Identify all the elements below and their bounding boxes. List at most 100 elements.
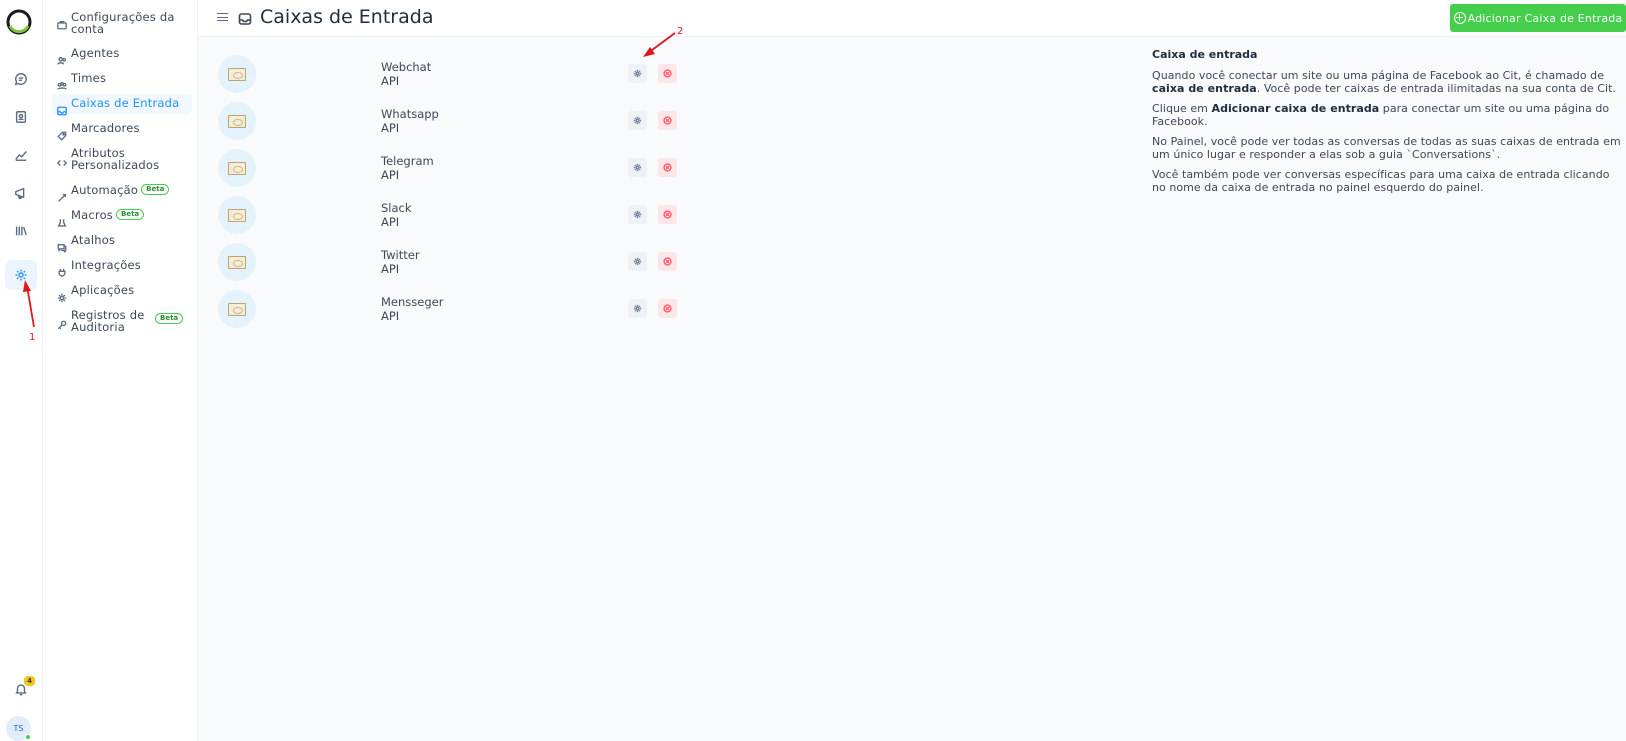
- sidebar-item-integrations[interactable]: Integrações: [52, 259, 192, 278]
- inbox-delete-button[interactable]: [658, 111, 677, 130]
- help-paragraph-4: Você também pode ver conversas específic…: [1152, 167, 1610, 195]
- tag-icon: [57, 126, 67, 141]
- inbox-avatar: [218, 102, 256, 140]
- inbox-card-icon: [228, 161, 246, 175]
- gear-icon: [633, 304, 642, 313]
- inbox-avatar: [218, 196, 256, 234]
- remove-circle-icon: [663, 304, 672, 313]
- settings-nav[interactable]: [5, 260, 37, 290]
- code-icon: [56, 153, 68, 166]
- inbox-card-icon: [228, 67, 246, 81]
- inbox-card-icon: [228, 114, 246, 128]
- inbox-card-icon: [228, 255, 246, 269]
- annotation-label-1: 1: [29, 332, 36, 343]
- sidebar-item-automation[interactable]: Automação Beta: [52, 184, 192, 202]
- help-paragraph-1: Quando você conectar um site ou uma pági…: [1152, 68, 1617, 96]
- inbox-settings-button[interactable]: [628, 252, 647, 271]
- megaphone-icon: [15, 187, 25, 199]
- inbox-settings-button[interactable]: [628, 111, 647, 130]
- inbox-name: Telegram: [381, 154, 434, 168]
- inbox-row: Slack API: [198, 194, 678, 236]
- inbox-name: Whatsapp: [381, 107, 439, 121]
- sidebar-item-labels[interactable]: Marcadores: [52, 122, 192, 141]
- notification-count-badge: 4: [24, 676, 35, 686]
- gear-icon: [633, 163, 642, 172]
- inbox-card-icon: [228, 208, 246, 222]
- inbox-settings-button[interactable]: [628, 64, 647, 83]
- inbox-row: Telegram API: [198, 147, 678, 189]
- remove-circle-icon: [663, 257, 672, 266]
- sidebar-item-account-settings[interactable]: Configurações da conta: [52, 11, 192, 35]
- automation-icon: [57, 188, 67, 202]
- beta-badge: Beta: [116, 209, 145, 220]
- inbox-icon: [238, 11, 252, 25]
- inbox-avatar: [218, 149, 256, 187]
- inbox-row: Twitter API: [198, 241, 678, 283]
- contact-book-icon: [15, 111, 27, 123]
- inbox-settings-button[interactable]: [628, 299, 647, 318]
- add-inbox-label: Adicionar Caixa de Entrada: [1467, 11, 1623, 25]
- inbox-delete-button[interactable]: [658, 64, 677, 83]
- menu-toggle-icon[interactable]: [217, 13, 228, 23]
- beta-badge: Beta: [155, 313, 184, 324]
- inbox-delete-button[interactable]: [658, 299, 677, 318]
- sidebar-item-agents[interactable]: Agentes: [52, 47, 192, 65]
- inbox-delete-button[interactable]: [658, 158, 677, 177]
- inbox-card-icon: [228, 302, 246, 316]
- avatar-initials: TS: [13, 724, 24, 733]
- help-paragraph-2: Clique em Adicionar caixa de entrada par…: [1152, 101, 1610, 129]
- sidebar-item-inboxes[interactable]: Caixas de Entrada: [52, 94, 192, 116]
- reports-nav[interactable]: [5, 140, 37, 170]
- conversations-nav[interactable]: [5, 64, 37, 94]
- sidebar-item-shortcuts[interactable]: Atalhos: [52, 234, 192, 254]
- main-content: Webchat API Whatsapp API Telegram API Slack API…: [198, 37, 1626, 741]
- apps-icon: [57, 288, 67, 303]
- help-panel: Caixa de entrada Quando você conectar um…: [1152, 48, 1622, 201]
- inbox-delete-button[interactable]: [658, 205, 677, 224]
- inbox-settings-button[interactable]: [628, 205, 647, 224]
- library-icon: [15, 226, 27, 236]
- user-avatar[interactable]: TS: [6, 716, 31, 741]
- sidebar-item-custom-attributes[interactable]: Atributos Personalizados: [52, 147, 192, 171]
- inbox-icon: [57, 101, 67, 116]
- inbox-channel-type: API: [381, 262, 400, 276]
- help-title: Caixa de entrada: [1152, 48, 1258, 61]
- contacts-nav[interactable]: [5, 102, 37, 132]
- inbox-channel-type: API: [381, 215, 400, 229]
- inbox-avatar: [218, 243, 256, 281]
- remove-circle-icon: [663, 163, 672, 172]
- help-paragraph-3: No Painel, você pode ver todas as conver…: [1152, 134, 1621, 162]
- sidebar-item-applications[interactable]: Aplicações: [52, 284, 192, 303]
- inbox-settings-button[interactable]: [628, 158, 647, 177]
- inbox-avatar: [218, 290, 256, 328]
- inbox-channel-type: API: [381, 121, 400, 135]
- online-status-dot: [25, 734, 31, 740]
- inbox-delete-button[interactable]: [658, 252, 677, 271]
- plus-circle-icon: +: [1453, 11, 1466, 24]
- notifications-nav[interactable]: 4: [5, 674, 37, 704]
- inbox-name: Mensseger: [381, 295, 444, 309]
- sidebar-item-teams[interactable]: Times: [52, 72, 192, 90]
- inbox-row: Whatsapp API: [198, 100, 678, 142]
- remove-circle-icon: [663, 116, 672, 125]
- beta-badge: Beta: [141, 184, 170, 195]
- sidebar-item-macros[interactable]: Macros Beta: [52, 209, 192, 227]
- team-icon: [57, 76, 67, 90]
- gear-icon: [633, 116, 642, 125]
- add-inbox-button[interactable]: + Adicionar Caixa de Entrada: [1450, 4, 1626, 32]
- campaigns-nav[interactable]: [5, 178, 37, 208]
- settings-sidebar: Configurações da conta Agentes Times Cai…: [43, 0, 198, 741]
- key-icon: [57, 315, 67, 330]
- sidebar-item-audit-logs[interactable]: Registros de Auditoria Beta: [52, 309, 192, 333]
- annotation-label-2: 2: [677, 26, 684, 37]
- inbox-name: Slack: [381, 201, 412, 215]
- library-nav[interactable]: [5, 216, 37, 246]
- people-icon: [57, 51, 67, 65]
- inbox-name: Twitter: [381, 248, 420, 262]
- chart-line-icon: [15, 151, 27, 161]
- plug-icon: [57, 263, 67, 278]
- macro-icon: [57, 213, 67, 227]
- app-logo[interactable]: [6, 9, 32, 35]
- inbox-avatar: [218, 55, 256, 93]
- inbox-channel-type: API: [381, 168, 400, 182]
